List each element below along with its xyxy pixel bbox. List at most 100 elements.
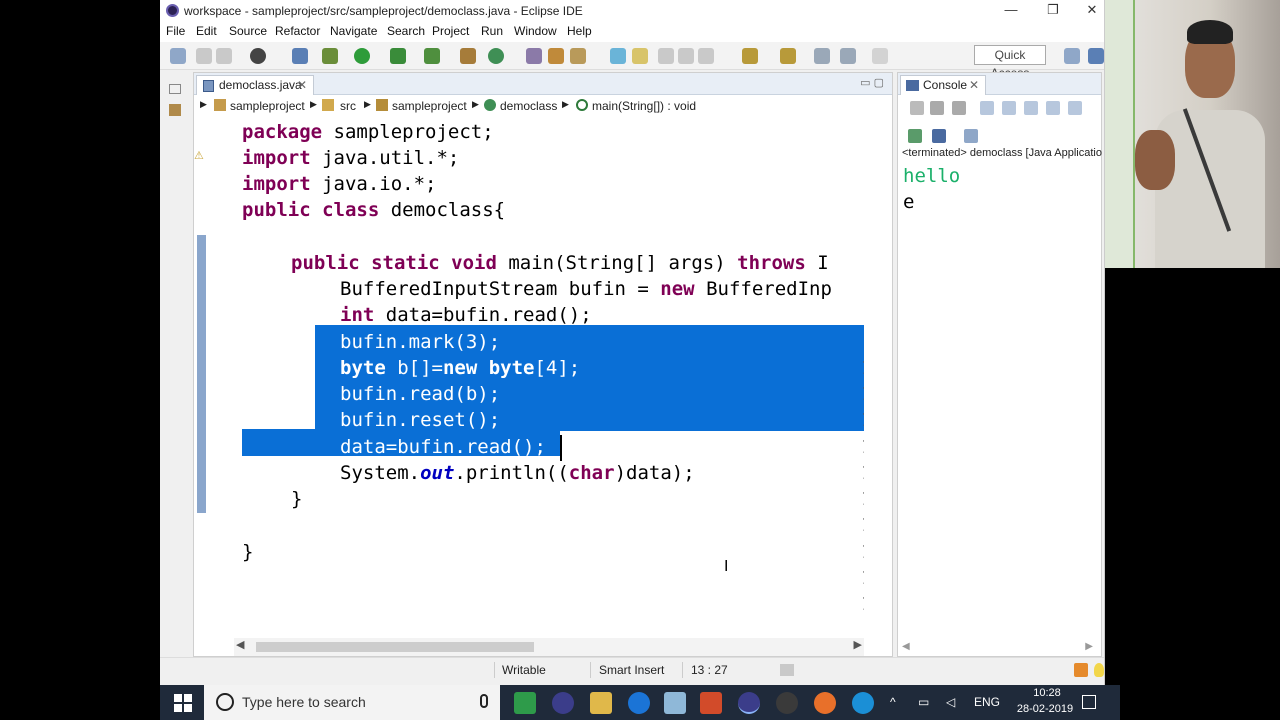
breadcrumb-class[interactable]: democlass <box>500 99 557 113</box>
ibeam-cursor-icon: I <box>724 558 729 575</box>
menu-window[interactable]: Window <box>514 24 557 38</box>
outline-icon[interactable] <box>780 664 794 676</box>
close-tab-icon[interactable]: ✕ <box>969 78 979 92</box>
windows-logo-icon <box>174 694 182 702</box>
scroll-lock-icon[interactable] <box>1002 101 1016 115</box>
highlight-icon[interactable] <box>632 48 648 64</box>
restore-view-icon[interactable] <box>169 84 181 94</box>
start-button[interactable] <box>174 694 192 712</box>
app-icon-misc[interactable] <box>664 692 686 714</box>
eclipse-window: workspace - sampleproject/src/sampleproj… <box>160 0 1105 685</box>
menu-source[interactable]: Source <box>229 24 267 38</box>
open-perspective-icon[interactable] <box>1064 48 1080 64</box>
minimize-maximize-icons[interactable]: ▭ ▢ <box>860 76 884 89</box>
new-class-icon[interactable] <box>488 48 504 64</box>
java-perspective-icon[interactable] <box>1088 48 1104 64</box>
taskbar-search-box[interactable]: Type here to search <box>204 685 500 720</box>
notifications-icon[interactable] <box>1082 695 1096 709</box>
rss-icon[interactable] <box>1074 663 1088 677</box>
code-text-area[interactable]: ⚠ 1 2 3 4 5 6 7 8 9 10 11 12 13 14 15 <box>194 115 892 638</box>
menu-run[interactable]: Run <box>481 24 503 38</box>
close-tab-icon[interactable]: ✕ <box>297 78 307 92</box>
menu-file[interactable]: File <box>166 24 185 38</box>
file-explorer-icon[interactable] <box>590 692 612 714</box>
breadcrumb-package[interactable]: sampleproject <box>392 99 467 113</box>
restore-button[interactable]: ❐ <box>1038 2 1068 18</box>
firefox-icon[interactable] <box>814 692 836 714</box>
last-edit-icon[interactable] <box>814 48 830 64</box>
terminated-label: <terminated> democlass [Java Applicatio <box>902 147 1102 159</box>
obs-icon[interactable] <box>776 692 798 714</box>
external-tools-icon[interactable] <box>424 48 440 64</box>
tab-console[interactable]: Console ✕ <box>900 75 986 95</box>
menu-navigate[interactable]: Navigate <box>330 24 377 38</box>
menu-refactor[interactable]: Refactor <box>275 24 320 38</box>
debug-icon[interactable] <box>322 48 338 64</box>
new-icon[interactable] <box>170 48 186 64</box>
breadcrumb-project[interactable]: sampleproject <box>230 99 305 113</box>
edge-icon[interactable] <box>628 692 650 714</box>
chevron-up-icon[interactable]: ^ <box>890 695 896 709</box>
open-type-icon[interactable] <box>526 48 542 64</box>
scroll-left-icon[interactable]: ◀ <box>902 641 910 652</box>
skip-breakpoints-icon[interactable] <box>292 48 308 64</box>
block-select-icon[interactable] <box>658 48 674 64</box>
horizontal-scrollbar[interactable]: ◀ ▶ <box>234 638 864 656</box>
tab-democlass-java[interactable]: democlass.java ✕ <box>196 75 314 95</box>
open-console-icon[interactable] <box>964 129 978 143</box>
eclipse-taskbar-icon[interactable] <box>552 692 574 714</box>
remove-launch-icon[interactable] <box>930 101 944 115</box>
word-wrap-icon[interactable] <box>678 48 694 64</box>
prev-annotation-icon[interactable] <box>780 48 796 64</box>
scroll-right-icon[interactable]: ▶ <box>854 638 862 651</box>
scroll-left-icon[interactable]: ◀ <box>236 638 244 651</box>
chevron-right-icon: ▶ <box>562 99 569 109</box>
app-icon-notepadpp[interactable] <box>514 692 536 714</box>
quick-access-field[interactable]: Quick Access <box>974 45 1046 80</box>
whitespace-icon[interactable] <box>698 48 714 64</box>
minimize-button[interactable]: — <box>996 2 1026 17</box>
menu-search[interactable]: Search <box>387 24 425 38</box>
save-icon[interactable] <box>196 48 212 64</box>
toggle-mark-icon[interactable] <box>610 48 626 64</box>
scroll-right-icon[interactable]: ▶ <box>1085 641 1093 652</box>
save-all-icon[interactable] <box>216 48 232 64</box>
language-indicator[interactable]: ENG <box>974 695 1000 709</box>
eclipse-active-icon[interactable] <box>738 692 760 714</box>
display-console-icon[interactable] <box>932 129 946 143</box>
help-icon[interactable] <box>852 692 874 714</box>
menu-help[interactable]: Help <box>567 24 592 38</box>
open-task-icon[interactable] <box>548 48 564 64</box>
next-annotation-icon[interactable] <box>742 48 758 64</box>
back-icon[interactable] <box>840 48 856 64</box>
menu-project[interactable]: Project <box>432 24 469 38</box>
package-explorer-icon[interactable] <box>169 104 181 116</box>
clock-time[interactable]: 10:28 <box>1022 687 1072 699</box>
new-package-icon[interactable] <box>460 48 476 64</box>
volume-icon[interactable]: ◁ <box>946 695 955 709</box>
microphone-icon[interactable] <box>480 694 488 708</box>
lightbulb-icon[interactable] <box>1094 663 1104 677</box>
clear-console-icon[interactable] <box>980 101 994 115</box>
vertical-overview-ruler[interactable] <box>864 115 892 638</box>
breadcrumb-src[interactable]: src <box>340 99 356 113</box>
powerpoint-icon[interactable] <box>700 692 722 714</box>
breadcrumb-method[interactable]: main(String[]) : void <box>592 99 696 113</box>
close-button[interactable]: ✕ <box>1080 2 1104 18</box>
show-on-error-icon[interactable] <box>1068 101 1082 115</box>
pin-console-icon[interactable] <box>908 129 922 143</box>
forward-icon[interactable] <box>872 48 888 64</box>
run-icon[interactable] <box>354 48 370 64</box>
menu-edit[interactable]: Edit <box>196 24 217 38</box>
coverage-icon[interactable] <box>390 48 406 64</box>
word-wrap-icon[interactable] <box>1024 101 1038 115</box>
remove-all-icon[interactable] <box>952 101 966 115</box>
show-on-output-icon[interactable] <box>1046 101 1060 115</box>
search-icon[interactable] <box>570 48 586 64</box>
clock-date[interactable]: 28-02-2019 <box>1012 703 1078 715</box>
console-icon <box>906 80 919 91</box>
target-icon[interactable] <box>250 48 266 64</box>
terminate-icon[interactable] <box>910 101 924 115</box>
network-icon[interactable]: ▭ <box>918 695 929 709</box>
scroll-thumb[interactable] <box>256 642 534 652</box>
